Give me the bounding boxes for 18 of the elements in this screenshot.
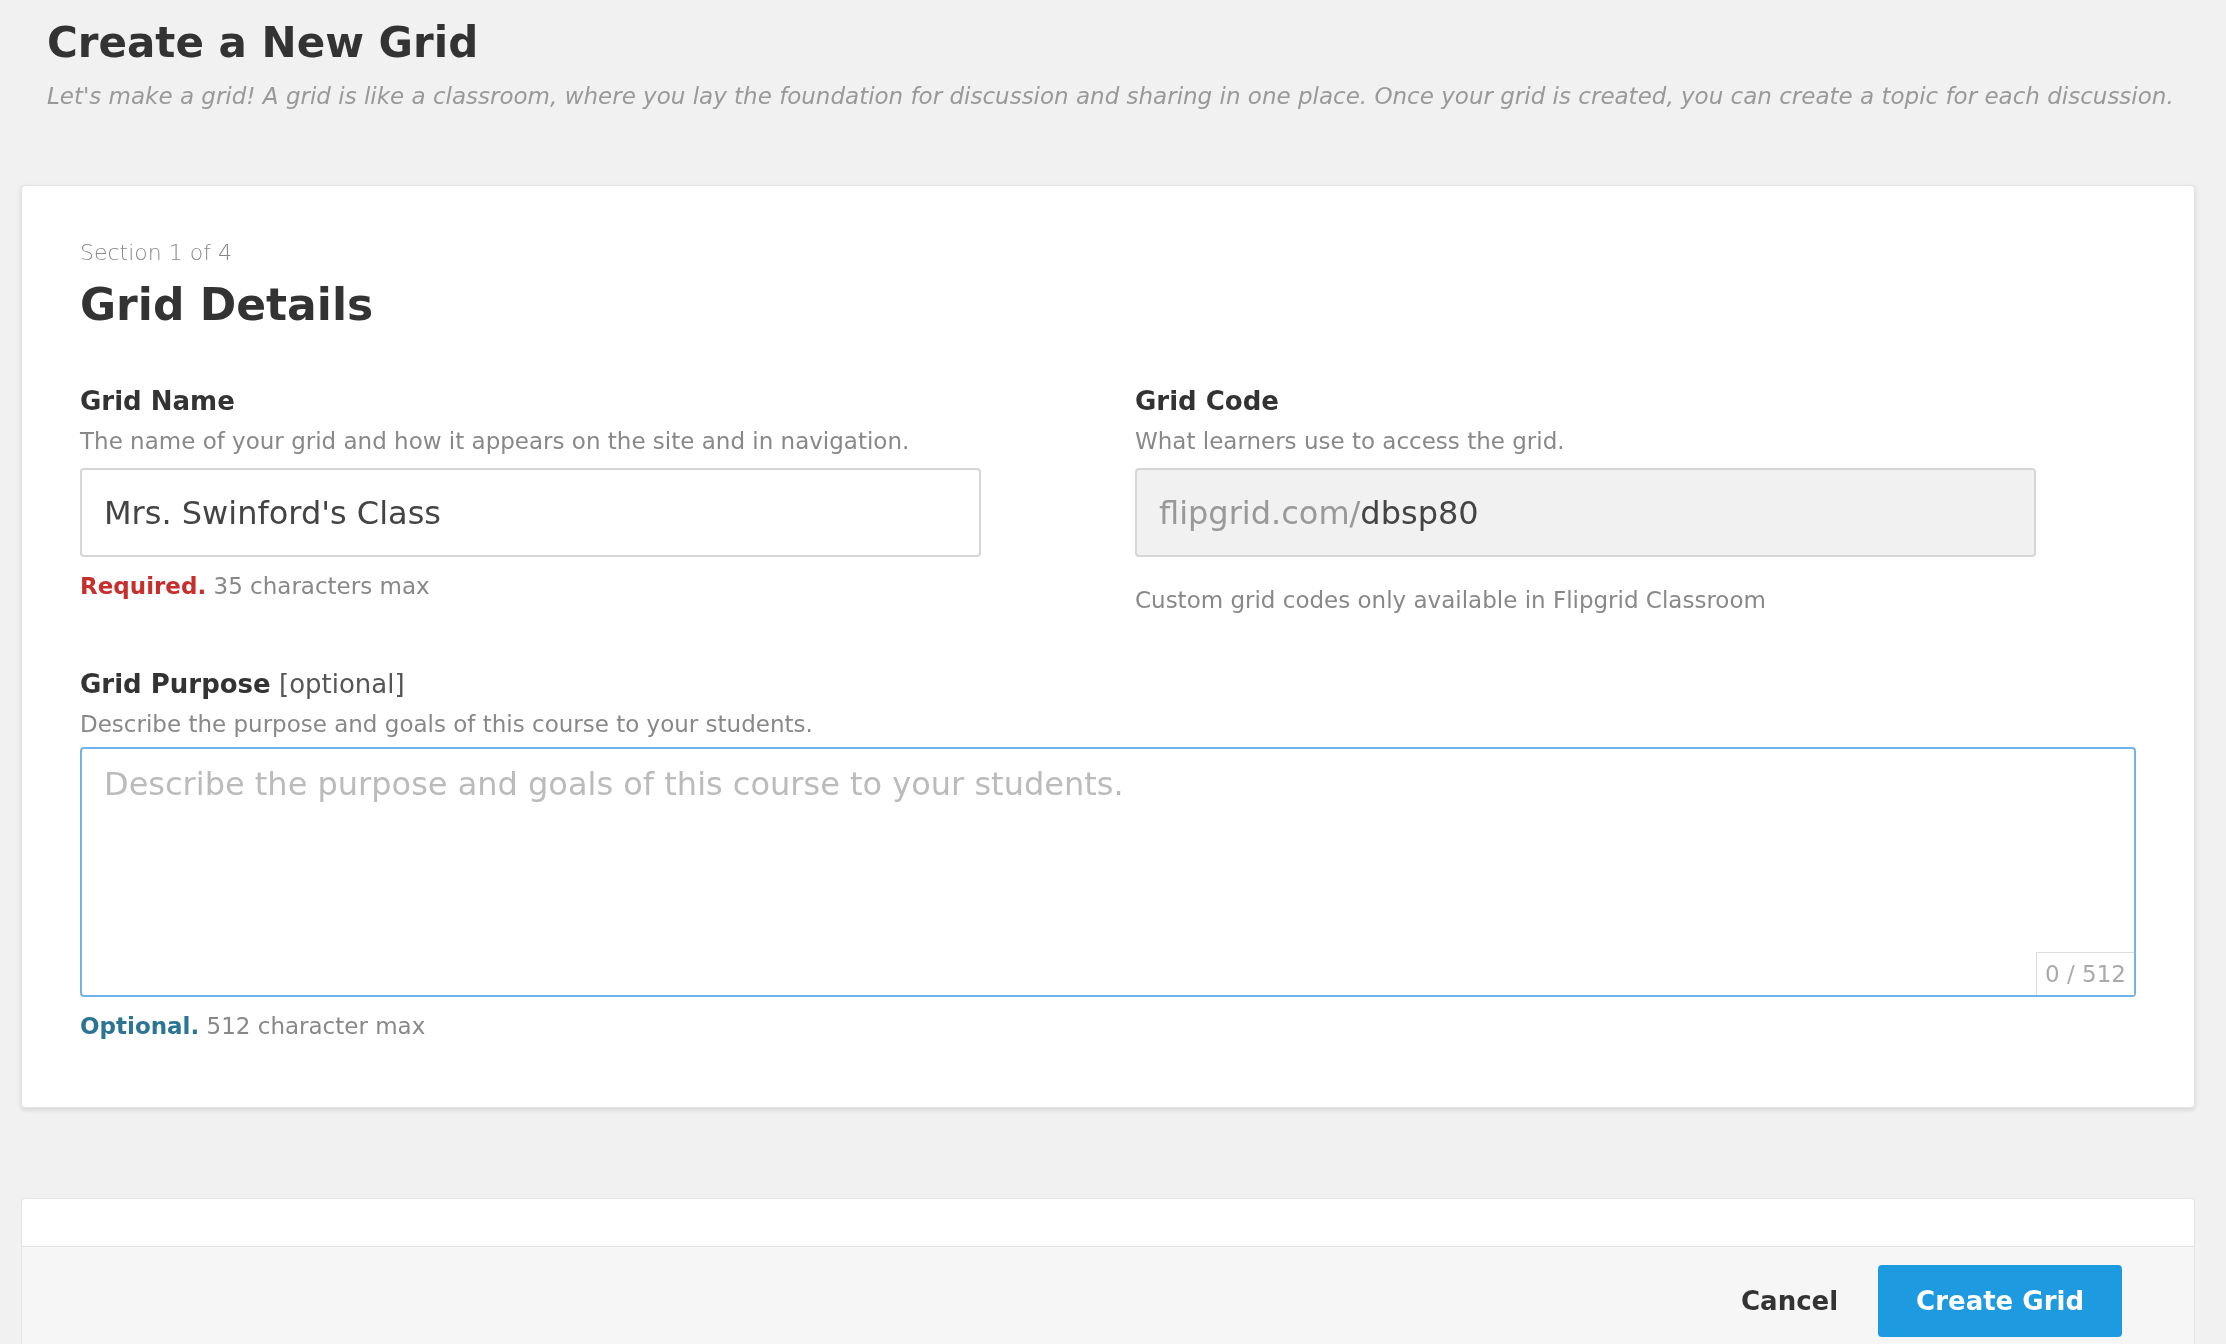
section-step: Section 1 of 4 <box>80 240 2136 265</box>
field-note: Custom grid codes only available in Flipgrid Classroom <box>1135 587 1767 613</box>
text-input[interactable]: Mrs. Swinford's Class <box>104 493 957 532</box>
cancel-button[interactable]: Cancel <box>1737 1265 1843 1337</box>
field-label: Grid Name <box>80 386 236 416</box>
field-label: Grid Purpose [optional] <box>80 669 406 699</box>
section-title: Grid Details <box>80 279 375 330</box>
field-note: Optional. 512 character max <box>80 1013 427 1039</box>
field-hint: The name of your grid and how it appears on the site and in navigation. <box>80 428 911 454</box>
text-field[interactable]: Mrs. Swinford's Class <box>80 468 981 557</box>
field-hint: What learners use to access the grid. <box>1135 428 1566 454</box>
url-prefix: flipgrid.com/ <box>1159 493 1361 532</box>
field-note: Required. 35 characters max <box>80 573 431 599</box>
field-label: Grid Code <box>1135 386 1280 416</box>
character-counter: 0 / 512 <box>2036 952 2134 995</box>
page-title: Create a New Grid <box>47 18 480 67</box>
page-subtitle: Let's make a grid! A grid is like a classroom, where you lay the foundation for discussion and sharing in one place. Once your grid is created, you can create a topic for each discussion. <box>47 83 2175 109</box>
field-hint: Describe the purpose and goals of this course to your students. <box>80 711 814 737</box>
